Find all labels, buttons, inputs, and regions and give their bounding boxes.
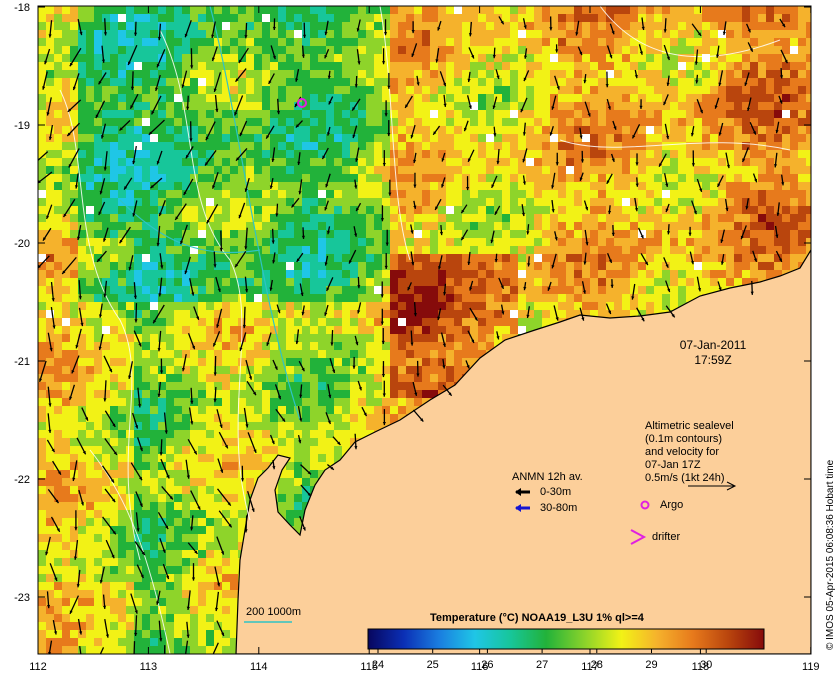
y-tick-label: -23: [14, 592, 30, 604]
altimetry-line-3: and velocity for: [645, 446, 719, 458]
y-tick-label: -22: [14, 474, 30, 486]
altimetry-note: Altimetric sealevel (0.1m contours) and …: [645, 420, 734, 485]
x-tick-label: 114: [250, 661, 268, 673]
credit-text: © IMOS 05-Apr-2015 06:08:36 Hobart time: [825, 459, 836, 650]
colorbar-tick-label: 28: [591, 659, 603, 671]
map-time: 17:59Z: [694, 353, 732, 367]
colorbar-tick-label: 29: [645, 659, 657, 671]
colorbar-tick-label: 30: [700, 659, 712, 671]
anmn-legend-title: ANMN 12h av.: [512, 471, 583, 483]
colorbar-tick-label: 27: [536, 659, 548, 671]
y-tick-label: -21: [14, 356, 30, 368]
argo-legend-label: Argo: [660, 499, 684, 511]
map-date: 07-Jan-2011: [679, 338, 747, 352]
y-tick-label: -18: [14, 2, 30, 14]
y-tick-label: -20: [14, 238, 30, 250]
drifter-legend-label: drifter: [652, 531, 681, 543]
timestamp-block: 07-Jan-2011 17:59Z: [668, 338, 758, 368]
legend-30-80-label: 30-80m: [540, 502, 578, 514]
colorbar-tick-label: 26: [481, 659, 493, 671]
altimetry-line-5: 0.5m/s (1kt 24h): [645, 472, 725, 484]
legend-0-30-label: 0-30m: [540, 486, 572, 498]
altimetry-line-1: Altimetric sealevel: [645, 420, 734, 432]
x-tick-label: 113: [140, 661, 158, 673]
colorbar-title: Temperature (°C) NOAA19_L3U 1% ql>=4: [430, 612, 644, 624]
isobath-legend-label: 200 1000m: [246, 606, 302, 618]
x-tick-label: 112: [29, 661, 47, 673]
colorbar: [367, 628, 765, 650]
x-tick-label: 119: [802, 661, 820, 673]
colorbar-tick-label: 24: [372, 659, 384, 671]
colorbar-tick-label: 25: [427, 659, 439, 671]
altimetry-line-4: 07-Jan 17Z: [645, 459, 701, 471]
altimetry-line-2: (0.1m contours): [645, 433, 723, 445]
y-tick-label: -19: [14, 120, 30, 132]
